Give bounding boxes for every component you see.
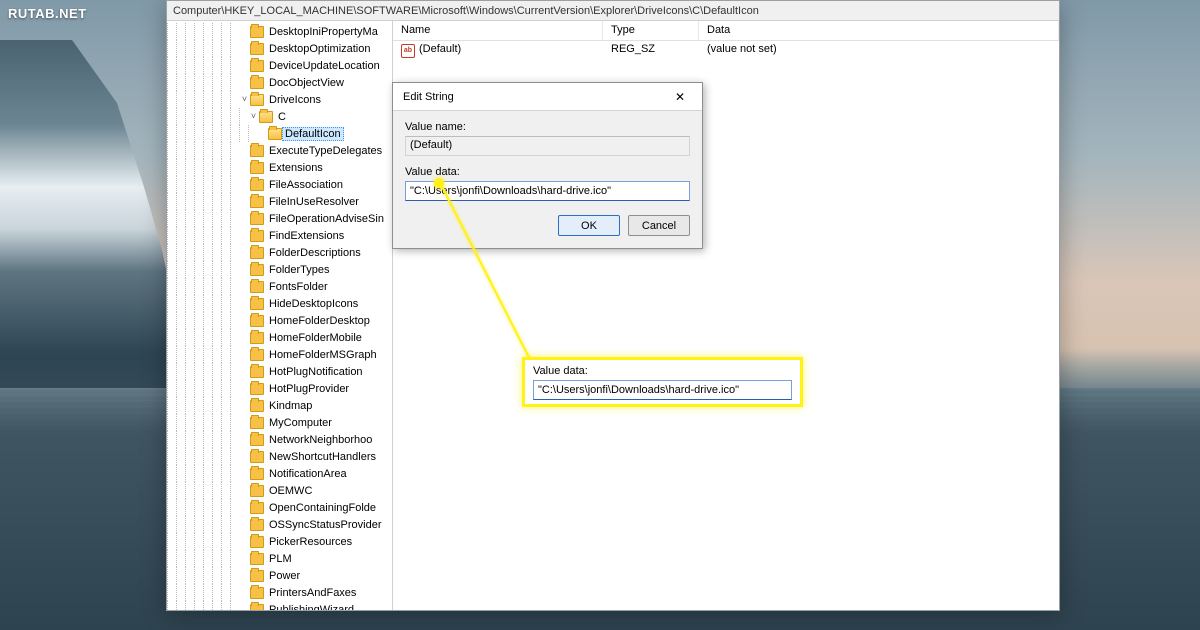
tree-item-desktopinipropertyma[interactable]: DesktopIniPropertyMa: [167, 23, 386, 40]
tree-item-power[interactable]: Power: [167, 567, 386, 584]
callout-input: [533, 380, 792, 400]
ok-button[interactable]: OK: [558, 215, 620, 236]
folder-icon: [250, 536, 264, 548]
value-row[interactable]: ab (Default) REG_SZ (value not set): [393, 41, 1059, 60]
tree-item-fileassociation[interactable]: FileAssociation: [167, 176, 386, 193]
tree-item-hidedesktopicons[interactable]: HideDesktopIcons: [167, 295, 386, 312]
folder-icon: [250, 383, 264, 395]
folder-icon: [250, 553, 264, 565]
tree-item-driveicons[interactable]: ˅DriveIcons: [167, 91, 386, 108]
tree-item-hotplugprovider[interactable]: HotPlugProvider: [167, 380, 386, 397]
edit-string-dialog: Edit String ✕ Value name: (Default) Valu…: [392, 82, 703, 249]
col-data[interactable]: Data: [699, 21, 1059, 40]
list-header[interactable]: Name Type Data: [393, 21, 1059, 41]
string-value-icon: ab: [401, 44, 415, 58]
tree-item-homefolderdesktop[interactable]: HomeFolderDesktop: [167, 312, 386, 329]
folder-icon: [250, 60, 264, 72]
value-name-label: Value name:: [405, 121, 690, 133]
tree-item-c[interactable]: ˅C: [167, 108, 386, 125]
tree-item-docobjectview[interactable]: DocObjectView: [167, 74, 386, 91]
value-type: REG_SZ: [603, 41, 699, 60]
folder-icon: [250, 145, 264, 157]
folder-icon: [250, 366, 264, 378]
folder-icon: [250, 264, 264, 276]
folder-icon: [250, 298, 264, 310]
tree-item-publishingwizard[interactable]: PublishingWizard: [167, 601, 386, 610]
folder-icon: [250, 213, 264, 225]
folder-icon: [250, 247, 264, 259]
close-icon[interactable]: ✕: [664, 87, 696, 107]
folder-icon: [259, 111, 273, 123]
callout-label: Value data:: [533, 365, 792, 377]
folder-icon: [250, 179, 264, 191]
tree-item-findextensions[interactable]: FindExtensions: [167, 227, 386, 244]
cancel-button[interactable]: Cancel: [628, 215, 690, 236]
tree-item-executetypedelegates[interactable]: ExecuteTypeDelegates: [167, 142, 386, 159]
folder-icon: [250, 502, 264, 514]
watermark: RUTAB.NET: [8, 6, 87, 21]
tree-item-folderdescriptions[interactable]: FolderDescriptions: [167, 244, 386, 261]
tree-item-printersandfaxes[interactable]: PrintersAndFaxes: [167, 584, 386, 601]
col-type[interactable]: Type: [603, 21, 699, 40]
value-data-label: Value data:: [405, 166, 690, 178]
folder-icon: [268, 128, 282, 140]
tree-item-foldertypes[interactable]: FolderTypes: [167, 261, 386, 278]
folder-icon: [250, 43, 264, 55]
tree-item-fontsfolder[interactable]: FontsFolder: [167, 278, 386, 295]
folder-icon: [250, 587, 264, 599]
folder-icon: [250, 400, 264, 412]
col-name[interactable]: Name: [393, 21, 603, 40]
tree-item-mycomputer[interactable]: MyComputer: [167, 414, 386, 431]
folder-icon: [250, 26, 264, 38]
tree-item-kindmap[interactable]: Kindmap: [167, 397, 386, 414]
callout-box: Value data:: [522, 357, 803, 407]
tree-item-notificationarea[interactable]: NotificationArea: [167, 465, 386, 482]
folder-icon: [250, 349, 264, 361]
tree-item-defaulticon[interactable]: DefaultIcon: [167, 125, 386, 142]
folder-icon: [250, 434, 264, 446]
folder-icon: [250, 162, 264, 174]
tree-item-fileinuseresolver[interactable]: FileInUseResolver: [167, 193, 386, 210]
folder-icon: [250, 519, 264, 531]
folder-icon: [250, 417, 264, 429]
folder-icon: [250, 604, 264, 611]
folder-icon: [250, 230, 264, 242]
folder-icon: [250, 315, 264, 327]
value-name: (Default): [419, 43, 461, 55]
tree-item-ossyncstatusprovider[interactable]: OSSyncStatusProvider: [167, 516, 386, 533]
folder-icon: [250, 332, 264, 344]
tree-item-networkneighborhoo[interactable]: NetworkNeighborhoo: [167, 431, 386, 448]
tree-item-deviceupdatelocation[interactable]: DeviceUpdateLocation: [167, 57, 386, 74]
tree-item-fileoperationadvisesin[interactable]: FileOperationAdviseSin: [167, 210, 386, 227]
tree-item-hotplugnotification[interactable]: HotPlugNotification: [167, 363, 386, 380]
folder-icon: [250, 281, 264, 293]
address-bar[interactable]: Computer\HKEY_LOCAL_MACHINE\SOFTWARE\Mic…: [167, 1, 1059, 21]
dialog-title: Edit String: [403, 91, 454, 103]
folder-icon: [250, 94, 264, 106]
value-data: (value not set): [699, 41, 1059, 60]
folder-icon: [250, 451, 264, 463]
folder-icon: [250, 196, 264, 208]
tree-item-homefoldermobile[interactable]: HomeFolderMobile: [167, 329, 386, 346]
tree-item-opencontainingfolde[interactable]: OpenContainingFolde: [167, 499, 386, 516]
folder-icon: [250, 485, 264, 497]
tree-item-oemwc[interactable]: OEMWC: [167, 482, 386, 499]
tree-item-extensions[interactable]: Extensions: [167, 159, 386, 176]
tree-pane[interactable]: DesktopIniPropertyMaDesktopOptimizationD…: [167, 21, 393, 610]
folder-icon: [250, 77, 264, 89]
value-name-field: (Default): [405, 136, 690, 156]
tree-item-homefoldermsgraph[interactable]: HomeFolderMSGraph: [167, 346, 386, 363]
tree-item-desktopoptimization[interactable]: DesktopOptimization: [167, 40, 386, 57]
folder-icon: [250, 570, 264, 582]
tree-item-newshortcuthandlers[interactable]: NewShortcutHandlers: [167, 448, 386, 465]
tree-item-plm[interactable]: PLM: [167, 550, 386, 567]
tree-item-pickerresources[interactable]: PickerResources: [167, 533, 386, 550]
folder-icon: [250, 468, 264, 480]
